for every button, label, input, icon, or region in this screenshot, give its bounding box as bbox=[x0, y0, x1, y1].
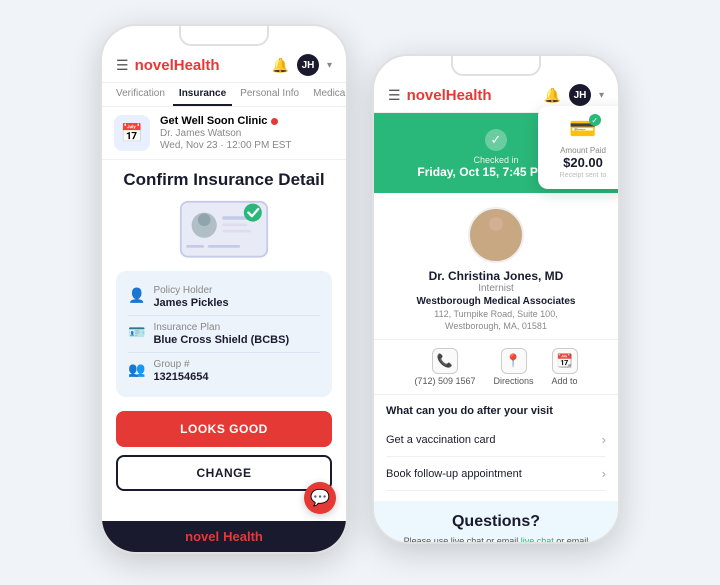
clinic-card: 📅 Get Well Soon Clinic Dr. James Watson … bbox=[102, 107, 346, 160]
field-group-number: 👥 Group # 132154654 bbox=[128, 353, 320, 389]
doctor-avatar bbox=[468, 207, 524, 263]
right-nav-icons: 🔔 JH ▾ bbox=[544, 84, 604, 106]
visit-section: What can you do after your visit Get a v… bbox=[374, 395, 618, 501]
doctor-title: Internist bbox=[386, 283, 606, 294]
vaccination-label: Get a vaccination card bbox=[386, 434, 495, 446]
visit-section-title: What can you do after your visit bbox=[386, 405, 606, 417]
right-phone: ☰ novelHealth 🔔 JH ▾ ✓ Checked in Friday… bbox=[372, 54, 620, 544]
group-number-value: 132154654 bbox=[153, 371, 208, 383]
doctor-section: Dr. Christina Jones, MD Internist Westbo… bbox=[374, 193, 618, 340]
step-medical-history[interactable]: Medical Histor bbox=[307, 83, 348, 106]
left-nav-bar: ☰ novelHealth 🔔 JH ▾ bbox=[102, 46, 346, 83]
policy-holder-label: Policy Holder bbox=[153, 285, 228, 296]
field-insurance-plan: 🪪 Insurance Plan Blue Cross Shield (BCBS… bbox=[128, 316, 320, 353]
right-avatar[interactable]: JH bbox=[569, 84, 591, 106]
checkin-check-icon: ✓ bbox=[485, 129, 507, 151]
left-nav-icons: 🔔 JH ▾ bbox=[272, 54, 332, 76]
phone-action[interactable]: 📞 (712) 509 1567 bbox=[414, 348, 475, 386]
chevron-right-icon-1: › bbox=[602, 432, 606, 447]
insurance-fields: 👤 Policy Holder James Pickles 🪪 Insuranc… bbox=[116, 271, 332, 397]
left-nav-logo: novelHealth bbox=[135, 57, 220, 74]
card-icon: 🪪 bbox=[128, 324, 145, 341]
person-icon: 👤 bbox=[128, 287, 145, 304]
clinic-info: Get Well Soon Clinic Dr. James Watson We… bbox=[160, 115, 292, 151]
doctor-name: Dr. Christina Jones, MD bbox=[386, 269, 606, 283]
section-title: Confirm Insurance Detail bbox=[116, 170, 332, 190]
insurance-plan-value: Blue Cross Shield (BCBS) bbox=[153, 334, 289, 346]
avatar[interactable]: JH bbox=[297, 54, 319, 76]
looks-good-button[interactable]: LOOKS GOOD bbox=[116, 411, 332, 447]
id-card-graphic bbox=[116, 200, 332, 259]
right-bell-icon[interactable]: 🔔 bbox=[544, 87, 561, 104]
left-phone-notch bbox=[179, 26, 269, 46]
questions-text: Please use live chat or email live chat … bbox=[388, 535, 604, 544]
left-phone: ☰ novelHealth 🔔 JH ▾ Verification Insura… bbox=[100, 24, 348, 554]
hamburger-icon[interactable]: ☰ bbox=[116, 57, 129, 74]
policy-holder-value: James Pickles bbox=[153, 297, 228, 309]
group-number-label: Group # bbox=[153, 359, 208, 370]
chat-bubble[interactable]: 💬 bbox=[304, 482, 336, 514]
step-verification[interactable]: Verification bbox=[110, 83, 171, 106]
right-hamburger-icon[interactable]: ☰ bbox=[388, 87, 401, 104]
phone-label: (712) 509 1567 bbox=[414, 376, 475, 386]
amount-paid-label: Amount Paid bbox=[550, 146, 616, 155]
change-button[interactable]: CHANGE bbox=[116, 455, 332, 491]
amount-receipt-sub: Receipt sent to bbox=[550, 172, 616, 179]
doctor-address-1: 112, Turnpike Road, Suite 100, bbox=[386, 309, 606, 319]
followup-label: Book follow-up appointment bbox=[386, 468, 522, 480]
bell-icon[interactable]: 🔔 bbox=[272, 57, 289, 74]
clinic-datetime: Wed, Nov 23 · 12:00 PM EST bbox=[160, 140, 292, 151]
calendar-icon: 📆 bbox=[552, 348, 578, 374]
doctor-org: Westborough Medical Associates bbox=[386, 296, 606, 307]
doctor-address-2: Westborough, MA, 01581 bbox=[386, 321, 606, 331]
doctor-actions: 📞 (712) 509 1567 📍 Directions 📆 Add to bbox=[374, 340, 618, 395]
right-nav-logo: novelHealth bbox=[407, 87, 492, 104]
questions-title: Questions? bbox=[388, 513, 604, 531]
visit-action-followup[interactable]: Book follow-up appointment › bbox=[386, 457, 606, 491]
main-content: Confirm Insurance Detail bbox=[102, 160, 346, 501]
right-chevron-down-icon: ▾ bbox=[599, 90, 604, 101]
amount-paid-value: $20.00 bbox=[550, 155, 616, 170]
clinic-icon: 📅 bbox=[114, 115, 150, 151]
left-footer: novelHealth bbox=[102, 521, 346, 552]
insurance-plan-label: Insurance Plan bbox=[153, 322, 289, 333]
add-label: Add to bbox=[552, 376, 578, 386]
live-chat-link[interactable]: live chat bbox=[521, 536, 554, 544]
phone-icon: 📞 bbox=[432, 348, 458, 374]
group-icon: 👥 bbox=[128, 361, 145, 378]
directions-label: Directions bbox=[494, 376, 534, 386]
step-personal-info[interactable]: Personal Info bbox=[234, 83, 305, 106]
step-insurance[interactable]: Insurance bbox=[173, 83, 232, 106]
amount-card: 💳 ✓ Amount Paid $20.00 Receipt sent to bbox=[538, 106, 620, 189]
clinic-name: Get Well Soon Clinic bbox=[160, 115, 292, 127]
field-policy-holder: 👤 Policy Holder James Pickles bbox=[128, 279, 320, 316]
amount-check-icon: ✓ bbox=[589, 114, 601, 126]
questions-section: Questions? Please use live chat or email… bbox=[374, 501, 618, 544]
chevron-down-icon: ▾ bbox=[327, 60, 332, 71]
steps-tabs: Verification Insurance Personal Info Med… bbox=[102, 83, 346, 107]
chevron-right-icon-2: › bbox=[602, 466, 606, 481]
directions-icon: 📍 bbox=[501, 348, 527, 374]
visit-action-vaccination[interactable]: Get a vaccination card › bbox=[386, 423, 606, 457]
right-phone-notch bbox=[451, 56, 541, 76]
add-action[interactable]: 📆 Add to bbox=[552, 348, 578, 386]
amount-card-icon-wrapper: 💳 ✓ bbox=[569, 116, 596, 142]
scene: ☰ novelHealth 🔔 JH ▾ Verification Insura… bbox=[0, 0, 720, 585]
clinic-doctor: Dr. James Watson bbox=[160, 128, 292, 139]
clinic-status-dot bbox=[271, 118, 278, 125]
directions-action[interactable]: 📍 Directions bbox=[494, 348, 534, 386]
